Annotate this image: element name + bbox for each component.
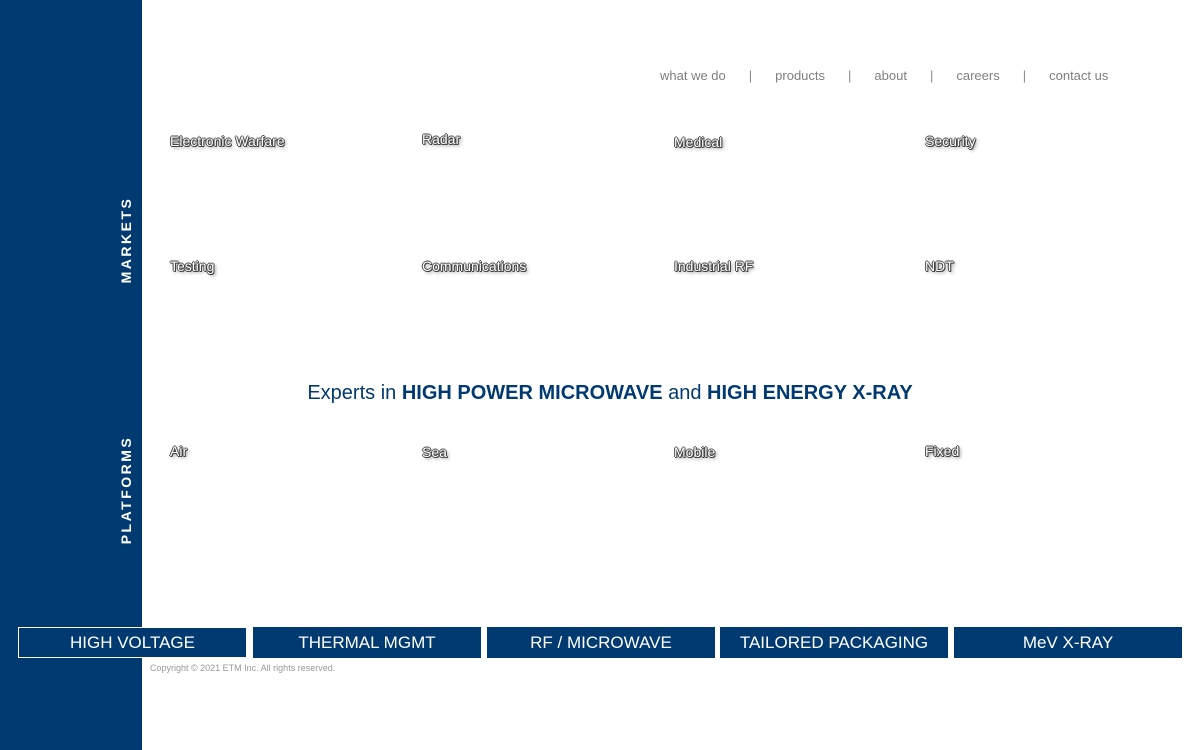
tagline-xray: HIGH ENERGY X-RAY [707,382,913,404]
tagline-part3: and [662,382,708,404]
copyright-text: Copyright © 2021 ETM Inc. All rights res… [150,663,336,673]
platform-tile-sea[interactable]: Sea [422,444,447,460]
nav-separator: | [929,67,934,83]
market-tile-medical[interactable]: Medical [674,134,722,150]
nav-what-we-do[interactable]: what we do [660,68,726,83]
platforms-vertical-label: PLATFORMS [118,435,134,545]
market-tile-industrial-rf[interactable]: Industrial RF [674,258,753,274]
market-tile-ndt[interactable]: NDT [925,258,954,274]
tagline-part1: Experts in [307,382,402,404]
market-tile-electronic-warfare[interactable]: Electronic Warfare [170,133,285,149]
product-button-rf-microwave[interactable]: RF / MICROWAVE [487,627,715,658]
nav-contact-us[interactable]: contact us [1049,68,1108,83]
nav-products[interactable]: products [775,68,825,83]
platform-tile-fixed[interactable]: Fixed [925,443,959,459]
platform-tile-mobile[interactable]: Mobile [674,444,715,460]
tagline-hpm: HIGH POWER MICROWAVE [401,382,663,404]
market-tile-communications[interactable]: Communications [422,258,526,274]
nav-separator: | [748,67,753,83]
nav-separator: | [848,67,852,83]
markets-vertical-label: MARKETS [118,196,134,284]
market-tile-security[interactable]: Security [925,133,976,149]
top-nav: what we do | products | about | careers … [660,67,1108,83]
nav-about[interactable]: about [874,68,907,83]
nav-separator: | [1022,67,1027,83]
nav-careers[interactable]: careers [956,68,999,83]
product-button-mev-x-ray[interactable]: MeV X-RAY [954,627,1182,658]
product-button-tailored-packaging[interactable]: TAILORED PACKAGING [720,627,948,658]
tagline: Experts in HIGH POWER MICROWAVE and HIGH… [0,382,1200,405]
product-button-high-voltage[interactable]: HIGH VOLTAGE [18,627,247,658]
platform-tile-air[interactable]: Air [170,443,187,459]
product-button-thermal-mgmt[interactable]: THERMAL MGMT [253,627,481,658]
market-tile-radar[interactable]: Radar [422,131,460,147]
market-tile-testing[interactable]: Testing [170,258,214,274]
